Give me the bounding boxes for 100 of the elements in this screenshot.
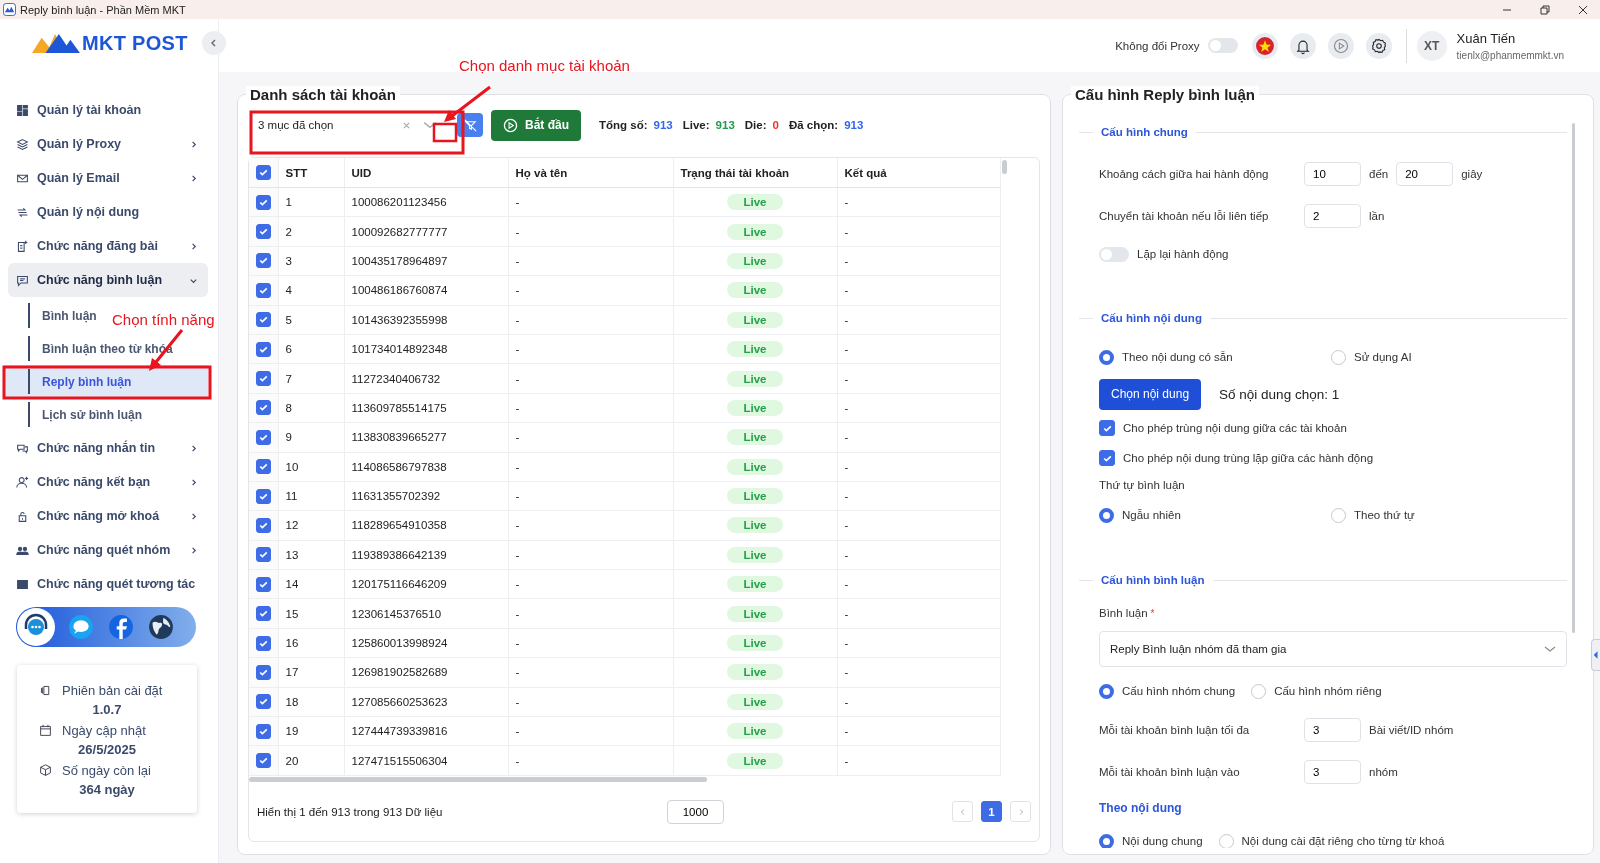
nav-item[interactable]: Quản lý Proxy: [8, 127, 208, 161]
filter-off-button[interactable]: [457, 113, 483, 137]
nav-item[interactable]: Chức năng quét nhóm: [8, 533, 208, 567]
row-checkbox[interactable]: [256, 547, 271, 563]
checkbox[interactable]: [1099, 420, 1115, 436]
radio-button[interactable]: [1331, 507, 1346, 523]
filter-off-icon: [463, 118, 477, 132]
unit-label: nhóm: [1369, 766, 1398, 778]
row-checkbox[interactable]: [256, 606, 271, 622]
close-icon[interactable]: [1578, 4, 1588, 15]
table-cell: 3: [278, 246, 344, 276]
drawer-handle[interactable]: [1591, 639, 1600, 671]
row-checkbox[interactable]: [256, 312, 271, 328]
row-checkbox[interactable]: [256, 753, 271, 769]
number-field[interactable]: 3: [1304, 718, 1361, 742]
column-header: Họ và tên: [508, 158, 673, 188]
chevron-icon: [189, 443, 198, 453]
status-badge: Live: [727, 429, 783, 446]
scrollbar-thumb[interactable]: [1572, 123, 1575, 633]
row-checkbox[interactable]: [256, 341, 271, 357]
radio-button[interactable]: [1331, 349, 1346, 365]
row-checkbox[interactable]: [256, 635, 271, 651]
number-field[interactable]: 3: [1304, 760, 1361, 784]
row-checkbox[interactable]: [256, 518, 271, 533]
support-headset-icon[interactable]: [16, 607, 56, 647]
status-badge: Live: [727, 311, 783, 328]
choose-content-button[interactable]: Chọn nội dung: [1099, 378, 1202, 410]
page-size-field[interactable]: 1000: [667, 799, 724, 824]
play-icon[interactable]: [1327, 32, 1354, 59]
user-email: tienlx@phanmemmkt.vn: [1456, 49, 1564, 61]
radio-button[interactable]: [1099, 507, 1114, 523]
section-heading: Cấu hình chung: [1101, 126, 1188, 138]
radio-button[interactable]: [1099, 349, 1114, 365]
scrollbar-thumb[interactable]: [249, 776, 707, 782]
nav-item[interactable]: Chức năng nhắn tin: [8, 431, 208, 465]
setting-label: Chuyển tài khoản nếu lỗi liên tiếp: [1099, 210, 1270, 222]
restore-icon[interactable]: [1540, 4, 1550, 15]
row-checkbox[interactable]: [256, 253, 271, 269]
row-checkbox[interactable]: [256, 194, 271, 210]
proxy-toggle[interactable]: [1207, 38, 1238, 53]
toggle-switch[interactable]: [1099, 246, 1129, 262]
user-avatar[interactable]: XT: [1416, 30, 1447, 61]
nav-item[interactable]: Chức năng đăng bài: [8, 229, 208, 263]
table-cell: -: [837, 216, 1001, 247]
table-cell: -: [508, 687, 673, 717]
nav-item[interactable]: Quản lý Email: [8, 161, 208, 195]
start-button[interactable]: Bắt đầu: [491, 109, 581, 141]
scrollbar-thumb[interactable]: [1002, 160, 1007, 174]
comment-type-select[interactable]: Reply Bình luận nhóm đã tham gia: [1099, 631, 1567, 667]
row-checkbox[interactable]: [256, 459, 271, 475]
number-field[interactable]: 20: [1396, 162, 1454, 186]
info-label: Ngày cập nhật: [62, 723, 146, 738]
row-checkbox[interactable]: [256, 429, 271, 445]
row-checkbox[interactable]: [256, 694, 271, 710]
radio-label: Theo thứ tự: [1354, 509, 1415, 521]
radio-label: Sử dụng AI: [1354, 351, 1412, 363]
checkbox[interactable]: [1099, 450, 1115, 466]
radio-button[interactable]: [1218, 833, 1234, 848]
nav-item[interactable]: Chức năng quét tương tác: [8, 567, 208, 601]
nav-item[interactable]: Quản lý tài khoản: [8, 93, 208, 127]
status-badge: Live: [727, 693, 783, 710]
nav-item[interactable]: Chức năng bình luận: [8, 263, 208, 297]
select-all-checkbox[interactable]: [256, 165, 271, 180]
nav-item[interactable]: Quản lý nội dung: [8, 195, 208, 229]
table-cell: -: [508, 334, 673, 364]
bell-icon[interactable]: [1289, 32, 1316, 59]
chevron-icon: [189, 241, 198, 251]
check-icon: [258, 255, 269, 267]
row-checkbox[interactable]: [256, 723, 271, 739]
number-field[interactable]: 2: [1304, 204, 1361, 228]
annotation-arrow: [444, 85, 491, 122]
radio-button[interactable]: [1251, 683, 1267, 699]
nav-subitem[interactable]: Bình luận: [4, 299, 105, 332]
table-cell: -: [837, 246, 1001, 276]
row-checkbox[interactable]: [256, 576, 271, 592]
category-select[interactable]: 3 mục đã chọn: [248, 108, 443, 142]
nav-subitem[interactable]: Lịch sử bình luận: [4, 398, 151, 431]
row-checkbox[interactable]: [256, 371, 271, 387]
stat-value: 913: [844, 119, 864, 131]
radio-button[interactable]: [1099, 833, 1114, 848]
row-checkbox[interactable]: [256, 400, 271, 416]
row-checkbox[interactable]: [256, 488, 271, 504]
settings-icon[interactable]: [1365, 32, 1392, 59]
info-value: 1.0.7: [91, 702, 123, 717]
number-field[interactable]: 10: [1304, 162, 1361, 186]
layers-icon: [16, 137, 29, 151]
nav-item[interactable]: Chức năng mở khoá: [8, 499, 208, 533]
lock-icon: [16, 509, 29, 523]
radio-button[interactable]: [1099, 683, 1114, 699]
row-checkbox[interactable]: [256, 664, 271, 680]
table-cell: -: [837, 363, 1001, 394]
row-checkbox[interactable]: [256, 282, 271, 298]
table-cell: -: [508, 363, 673, 394]
page-button[interactable]: 1: [981, 801, 1002, 823]
chevron-down-icon[interactable]: [423, 119, 437, 131]
proxy-label: Không đổi Proxy: [1115, 39, 1200, 52]
table-cell: 12: [278, 510, 344, 541]
table-cell: -: [508, 569, 673, 599]
nav-item[interactable]: Chức năng kết bạn: [8, 465, 208, 499]
row-checkbox[interactable]: [256, 224, 271, 240]
